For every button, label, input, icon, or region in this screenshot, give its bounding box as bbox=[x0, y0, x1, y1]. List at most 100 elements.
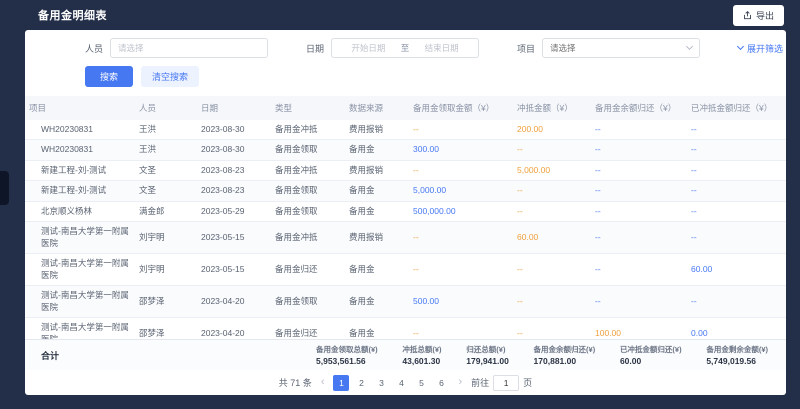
summary-item-value: 170,881.00 bbox=[534, 356, 596, 366]
table-cell: -- bbox=[513, 181, 591, 200]
table-cell: -- bbox=[687, 228, 781, 247]
summary-item: 备用金余额归还(¥)170,881.00 bbox=[534, 344, 596, 366]
table-cell: -- bbox=[591, 292, 687, 311]
table-cell: 备用金领取 bbox=[271, 202, 345, 221]
table-cell: -- bbox=[513, 260, 591, 279]
table-row: 北京顺义杨林满金郎2023-05-29备用金领取备用金500,000.00---… bbox=[25, 202, 786, 222]
project-select-input[interactable] bbox=[550, 43, 687, 53]
export-icon bbox=[743, 11, 752, 20]
table-cell: 备用金冲抵 bbox=[271, 228, 345, 247]
page-button[interactable]: 2 bbox=[353, 375, 369, 391]
table-cell: 备用金 bbox=[345, 202, 409, 221]
column-header: 类型 bbox=[271, 96, 345, 120]
summary-total-label: 合计 bbox=[41, 349, 59, 362]
page-button[interactable]: 1 bbox=[333, 375, 349, 391]
table-cell: 备用金归还 bbox=[271, 260, 345, 279]
summary-item-value: 60.00 bbox=[620, 356, 682, 366]
table-cell: 备用金领取 bbox=[271, 292, 345, 311]
content-card: 人员 日期 至 项目 展开筛选 搜索 清空搜索 项目人员日期类型数据 bbox=[25, 30, 786, 395]
table-row: 测试-南昌大学第一附属医院邵梦泽2023-04-20备用金归还备用金----10… bbox=[25, 318, 786, 339]
table-cell: 费用报销 bbox=[345, 120, 409, 139]
table-body: WH20230831王洪2023-08-30备用金冲抵费用报销--200.00-… bbox=[25, 120, 786, 339]
column-header: 冲抵金额（¥） bbox=[513, 96, 591, 120]
table-cell: 60.00 bbox=[513, 228, 591, 247]
summary-item-label: 备用金领取总额(¥) bbox=[316, 344, 378, 355]
table-cell: 王洪 bbox=[135, 140, 197, 159]
table-cell: 备用金领取 bbox=[271, 140, 345, 159]
table-cell: 备用金 bbox=[345, 324, 409, 339]
table-cell: -- bbox=[591, 260, 687, 279]
table-cell: 500.00 bbox=[409, 292, 513, 311]
table-cell: -- bbox=[409, 324, 513, 339]
table-cell: -- bbox=[687, 140, 781, 159]
table-cell: 5,000.00 bbox=[513, 161, 591, 180]
summary-item-label: 备用金剩余金额(¥) bbox=[706, 344, 768, 355]
summary-item-label: 归还总额(¥) bbox=[466, 344, 509, 355]
summary-groups: 备用金领取总额(¥)5,953,561.56冲抵总额(¥)43,601.30归还… bbox=[316, 344, 768, 366]
table-cell: -- bbox=[409, 120, 513, 139]
column-header: 项目 bbox=[25, 96, 135, 120]
search-button[interactable]: 搜索 bbox=[85, 66, 133, 87]
table-cell: -- bbox=[591, 202, 687, 221]
summary-row: 合计 备用金领取总额(¥)5,953,561.56冲抵总额(¥)43,601.3… bbox=[25, 339, 786, 370]
summary-item-label: 备用金余额归还(¥) bbox=[534, 344, 596, 355]
table-cell: WH20230831 bbox=[25, 120, 135, 139]
table-cell: 2023-08-23 bbox=[197, 181, 271, 200]
table-cell: 测试-南昌大学第一附属医院 bbox=[25, 318, 135, 339]
column-header: 备用金领取金额（¥） bbox=[409, 96, 513, 120]
summary-item: 归还总额(¥)179,941.00 bbox=[466, 344, 509, 366]
person-label: 人员 bbox=[85, 42, 103, 55]
person-input[interactable] bbox=[110, 38, 268, 58]
summary-item: 备用金剩余金额(¥)5,749,019.56 bbox=[706, 344, 768, 366]
table-cell: 500,000.00 bbox=[409, 202, 513, 221]
table-cell: -- bbox=[409, 260, 513, 279]
filter-bar: 人员 日期 至 项目 展开筛选 bbox=[25, 30, 786, 63]
project-select[interactable] bbox=[542, 38, 700, 58]
page-button[interactable]: 4 bbox=[393, 375, 409, 391]
table-row: 测试-南昌大学第一附属医院刘宇明2023-05-15备用金归还备用金------… bbox=[25, 254, 786, 286]
table-cell: 新建工程-刘-测试 bbox=[25, 161, 135, 180]
expand-filter-link[interactable]: 展开筛选 bbox=[738, 42, 783, 55]
table-cell: 备用金归还 bbox=[271, 324, 345, 339]
date-range-picker[interactable]: 至 bbox=[331, 38, 479, 58]
table-cell: 2023-08-30 bbox=[197, 120, 271, 139]
table-cell: 2023-05-29 bbox=[197, 202, 271, 221]
table-cell: -- bbox=[409, 161, 513, 180]
page-button[interactable]: 3 bbox=[373, 375, 389, 391]
next-page-button[interactable]: › bbox=[456, 377, 464, 388]
goto-page-input[interactable] bbox=[493, 375, 519, 391]
page-button[interactable]: 5 bbox=[413, 375, 429, 391]
column-header: 已冲抵金额归还（¥） bbox=[687, 96, 781, 120]
export-button[interactable]: 导出 bbox=[733, 5, 784, 26]
column-header: 数据来源 bbox=[345, 96, 409, 120]
table-row: WH20230831王洪2023-08-30备用金冲抵费用报销--200.00-… bbox=[25, 120, 786, 140]
table-cell: 备用金 bbox=[345, 140, 409, 159]
table-cell: 邵梦泽 bbox=[135, 292, 197, 311]
table-cell: 费用报销 bbox=[345, 228, 409, 247]
table-cell: 2023-05-15 bbox=[197, 228, 271, 247]
column-header: 人员 bbox=[135, 96, 197, 120]
pager-pages: 123456 bbox=[333, 375, 449, 391]
table-cell: -- bbox=[687, 181, 781, 200]
table-cell: 测试-南昌大学第一附属医院 bbox=[25, 254, 135, 285]
table-row: 测试-南昌大学第一附属医院邵梦泽2023-04-20备用金领取备用金500.00… bbox=[25, 286, 786, 318]
table-cell: -- bbox=[591, 161, 687, 180]
project-filter: 项目 bbox=[517, 38, 700, 58]
table-cell: -- bbox=[591, 120, 687, 139]
date-start-input[interactable] bbox=[338, 43, 399, 53]
date-end-input[interactable] bbox=[411, 43, 472, 53]
table-cell: 刘宇明 bbox=[135, 228, 197, 247]
page-button[interactable]: 6 bbox=[433, 375, 449, 391]
table-cell: -- bbox=[513, 324, 591, 339]
sidebar-handle[interactable] bbox=[0, 171, 9, 205]
table-cell: 备用金 bbox=[345, 292, 409, 311]
table-cell: 2023-05-15 bbox=[197, 260, 271, 279]
table-cell: 新建工程-刘-测试 bbox=[25, 181, 135, 200]
goto-suffix: 页 bbox=[523, 376, 532, 389]
prev-page-button[interactable]: ‹ bbox=[319, 377, 327, 388]
table-cell: 备用金 bbox=[345, 181, 409, 200]
clear-search-button[interactable]: 清空搜索 bbox=[141, 66, 199, 87]
summary-item-value: 5,749,019.56 bbox=[706, 356, 768, 366]
table-cell: -- bbox=[409, 228, 513, 247]
table-cell: -- bbox=[687, 292, 781, 311]
